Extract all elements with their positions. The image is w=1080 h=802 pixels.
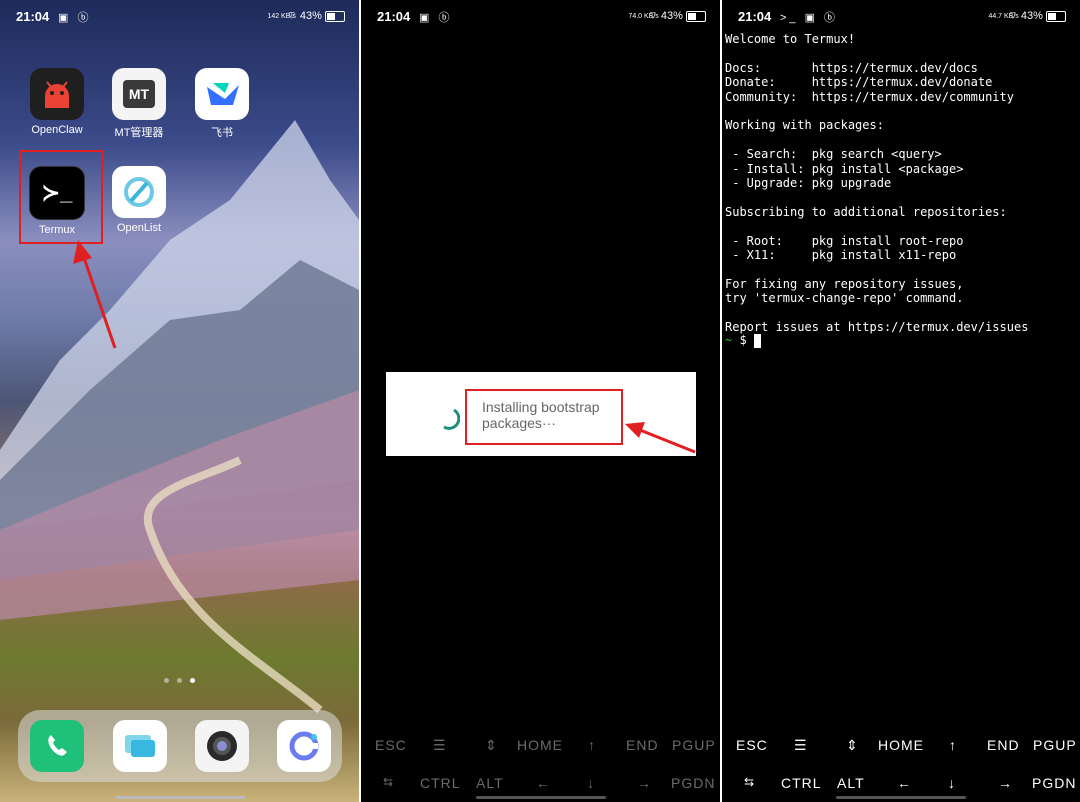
app-label: 飞书 [211, 127, 233, 139]
page-indicator [160, 670, 199, 688]
terminal-cursor [753, 333, 761, 348]
battery-percent: 43% [660, 10, 683, 22]
page-dot [164, 678, 169, 683]
app-label: Termux [38, 224, 76, 236]
key-menu[interactable]: ☰ [433, 737, 447, 754]
camera-icon[interactable] [195, 720, 249, 772]
key-scroll[interactable]: ⇕ [485, 737, 498, 754]
key-home[interactable]: HOME [878, 737, 924, 753]
terminal-icon-text: ≻_ [41, 180, 73, 205]
status-bar: 21:04 ▣ ⓑ 142 KB/s ⌔ 43% [0, 0, 359, 34]
page-dot-active [190, 678, 195, 683]
key-up[interactable]: ↑ [588, 737, 596, 753]
key-pgup[interactable]: PGUP [672, 737, 716, 753]
termux-terminal-panel: 21:04 >_ ▣ ⓑ 44.7 KB/s ⌔ 43% Welcome to … [722, 0, 1080, 802]
spinner-icon [443, 408, 460, 430]
battery-icon [325, 10, 345, 22]
app-dock [18, 710, 342, 782]
terminal-prompt[interactable]: ~ $ [725, 333, 761, 348]
status-bar: 21:04 >_ ▣ ⓑ 44.7 KB/s ⌔ 43% [722, 0, 1080, 34]
key-pgup[interactable]: PGUP [1033, 737, 1077, 753]
app-termux[interactable]: ≻_ Termux [21, 166, 93, 236]
key-pgdn[interactable]: PGDN [1032, 775, 1076, 791]
key-right[interactable]: → [637, 775, 652, 791]
notification-icons: ▣ ⓑ [58, 12, 92, 24]
gesture-bar[interactable] [836, 796, 966, 799]
key-menu[interactable]: ☰ [794, 737, 808, 754]
dialog-message: Installing bootstrap packages··· [482, 399, 600, 431]
prompt-symbol: $ [739, 333, 747, 347]
key-tab[interactable]: ⇆ [383, 775, 394, 789]
key-scroll[interactable]: ⇕ [846, 737, 859, 754]
key-right[interactable]: → [998, 775, 1013, 791]
app-openclaw[interactable]: OpenClaw [21, 68, 93, 136]
red-arrow-annotation [625, 422, 696, 454]
status-right: 74.0 KB/s ⌔ 43% [628, 9, 706, 23]
app-label: MT管理器 [114, 127, 164, 139]
key-end[interactable]: END [987, 737, 1020, 753]
battery-icon [1046, 10, 1066, 22]
app-feishu[interactable]: 飞书 [186, 68, 258, 140]
battery-percent: 43% [299, 10, 322, 22]
key-esc[interactable]: ESC [375, 737, 407, 753]
key-esc[interactable]: ESC [736, 737, 768, 753]
status-time: 21:04 [377, 9, 411, 24]
app-openlist[interactable]: OpenList [103, 166, 175, 234]
network-speed: 44.7 KB/s [988, 12, 1019, 20]
status-right: 44.7 KB/s ⌔ 43% [988, 9, 1066, 23]
wifi-icon: ⌔ [647, 10, 658, 22]
browser-icon[interactable] [277, 720, 331, 772]
key-alt[interactable]: ALT [837, 775, 865, 791]
app-label: OpenClaw [31, 124, 83, 136]
notification-icons: ▣ ⓑ [419, 12, 453, 24]
key-down[interactable]: ↓ [587, 775, 595, 791]
status-right: 142 KB/s ⌔ 43% [267, 9, 345, 23]
status-bar: 21:04 ▣ ⓑ 74.0 KB/s ⌔ 43% [361, 0, 720, 34]
notification-icons: >_ ▣ ⓑ [780, 12, 839, 24]
key-down[interactable]: ↓ [948, 775, 956, 791]
red-arrow-annotation [73, 240, 117, 349]
key-end[interactable]: END [626, 737, 659, 753]
android-robot-icon [30, 68, 84, 120]
app-label: OpenList [116, 222, 162, 234]
terminal-icon: ≻_ [29, 166, 85, 220]
key-ctrl[interactable]: CTRL [420, 775, 461, 791]
key-alt[interactable]: ALT [476, 775, 504, 791]
status-time: 21:04 [738, 9, 772, 24]
key-left[interactable]: ← [536, 775, 551, 791]
network-speed: 142 KB/s [267, 12, 296, 20]
key-tab[interactable]: ⇆ [744, 775, 755, 789]
home-screen-panel: 21:04 ▣ ⓑ 142 KB/s ⌔ 43% OpenClaw MT MT管… [0, 0, 359, 802]
key-ctrl[interactable]: CTRL [781, 775, 822, 791]
wifi-icon: ⌔ [1007, 10, 1018, 22]
phone-icon[interactable] [30, 720, 84, 772]
app-mt-manager[interactable]: MT MT管理器 [103, 68, 175, 140]
termux-installing-panel: 21:04 ▣ ⓑ 74.0 KB/s ⌔ 43% Installing boo… [361, 0, 720, 802]
gesture-bar[interactable] [114, 796, 245, 799]
feishu-icon [195, 68, 249, 120]
key-pgdn[interactable]: PGDN [671, 775, 715, 791]
messages-icon[interactable] [113, 720, 167, 772]
battery-icon [686, 10, 706, 22]
network-speed: 74.0 KB/s [628, 12, 659, 20]
mt-manager-icon: MT [112, 68, 166, 120]
key-up[interactable]: ↑ [949, 737, 957, 753]
key-left[interactable]: ← [897, 775, 912, 791]
openlist-icon [112, 166, 166, 218]
battery-percent: 43% [1020, 10, 1043, 22]
key-home[interactable]: HOME [517, 737, 563, 753]
status-time: 21:04 [16, 9, 50, 24]
prompt-tilde: ~ [725, 333, 733, 347]
wifi-icon: ⌔ [286, 10, 297, 22]
terminal-output: Welcome to Termux! Docs: https://termux.… [725, 32, 1029, 335]
page-dot [177, 678, 182, 683]
mt-icon-text: MT [122, 80, 156, 108]
gesture-bar[interactable] [475, 796, 606, 799]
